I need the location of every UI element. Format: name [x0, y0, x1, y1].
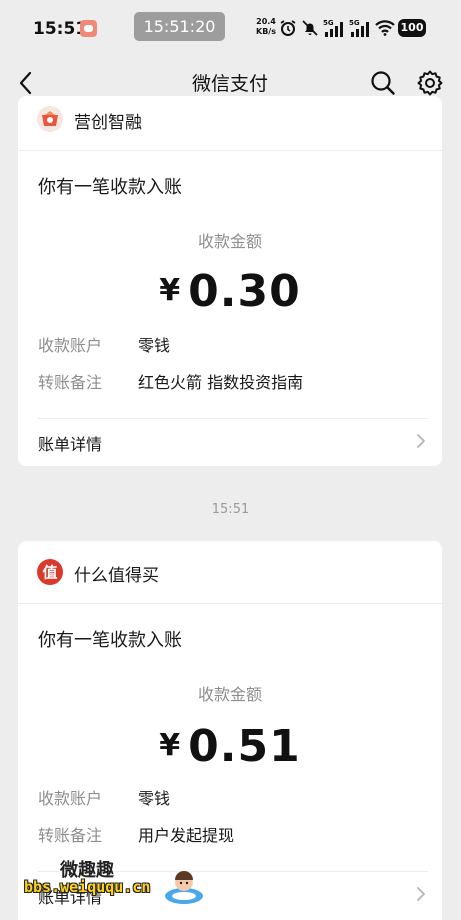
- amount-label: 收款金额: [197, 685, 262, 704]
- memo-value: 红色火箭 指数投资指南: [138, 373, 304, 392]
- account-value: 零钱: [138, 789, 171, 808]
- gear-icon[interactable]: [415, 68, 445, 98]
- memo-value: 用户发起提现: [138, 826, 235, 845]
- network-speed-unit: KB/s: [256, 27, 276, 36]
- merchant-name: 营创智融: [74, 113, 142, 133]
- merchant-name: 什么值得买: [74, 566, 159, 586]
- memo-key: 转账备注: [38, 826, 103, 845]
- watermark-url: bbs.weiququ.cn: [24, 878, 151, 896]
- merchant-logo-icon: [37, 106, 63, 132]
- svg-text:值: 值: [42, 564, 57, 582]
- status-icons: 5G 5G: [279, 17, 395, 39]
- search-icon[interactable]: [369, 69, 397, 97]
- amount: ¥0.51: [18, 721, 442, 772]
- status-time: 15:51: [33, 19, 88, 39]
- wifi-icon: [375, 20, 395, 36]
- memo-row: 转账备注 红色火箭 指数投资指南: [38, 369, 422, 393]
- screenshot-time-pill: 15:51:20: [134, 12, 225, 41]
- chevron-right-icon: [417, 434, 425, 448]
- wechat-pay-chat-page: 15:51 15:51:20 20.4 KB/s 5G 5G 100 微信支付 …: [0, 0, 461, 920]
- mute-bell-icon: [302, 20, 318, 36]
- message-title: 你有一笔收款入账: [38, 177, 182, 198]
- merchant-header[interactable]: 营创智融: [18, 96, 442, 151]
- amount-label: 收款金额: [197, 232, 262, 251]
- svg-text:5G: 5G: [349, 19, 360, 27]
- site-watermark: 微趣趣 bbs.weiququ.cn: [12, 850, 203, 910]
- merchant-header[interactable]: 值 什么值得买: [18, 541, 442, 604]
- account-row: 收款账户 零钱: [38, 332, 422, 356]
- svg-text:5G: 5G: [323, 19, 334, 27]
- network-speed-value: 20.4: [256, 17, 276, 26]
- currency-symbol: ¥: [159, 728, 181, 763]
- battery-indicator: 100: [398, 19, 426, 37]
- account-value: 零钱: [138, 336, 171, 355]
- account-row: 收款账户 零钱: [38, 785, 422, 809]
- message-timestamp: 15:51: [211, 502, 250, 517]
- payment-message-card: 营创智融 你有一笔收款入账 收款金额 ¥0.30 收款账户 零钱 转账备注 红色…: [18, 96, 442, 466]
- message-title: 你有一笔收款入账: [38, 630, 182, 651]
- currency-symbol: ¥: [159, 273, 181, 308]
- signal-5g-icon-2: 5G: [349, 19, 369, 37]
- status-bar: 15:51 15:51:20 20.4 KB/s 5G 5G 100: [0, 0, 461, 56]
- bill-details-label: 账单详情: [38, 435, 103, 454]
- alarm-icon: [280, 20, 296, 36]
- merchant-logo-icon: 值: [37, 559, 63, 585]
- page-title: 微信支付: [191, 73, 268, 95]
- bill-details-link[interactable]: 账单详情: [38, 418, 428, 462]
- amount-value: 0.51: [188, 721, 301, 772]
- network-speed: 20.4 KB/s: [254, 17, 278, 37]
- account-key: 收款账户: [38, 336, 103, 355]
- memo-key: 转账备注: [38, 373, 103, 392]
- back-arrow-icon[interactable]: [12, 68, 42, 98]
- signal-5g-icon: 5G: [323, 19, 343, 37]
- amount-value: 0.30: [188, 266, 301, 317]
- memo-row: 转账备注 用户发起提现: [38, 822, 422, 846]
- mascot-icon: [165, 871, 203, 904]
- chevron-right-icon: [417, 887, 425, 901]
- notification-app-icon: [80, 20, 97, 37]
- account-key: 收款账户: [38, 789, 103, 808]
- amount: ¥0.30: [18, 266, 442, 317]
